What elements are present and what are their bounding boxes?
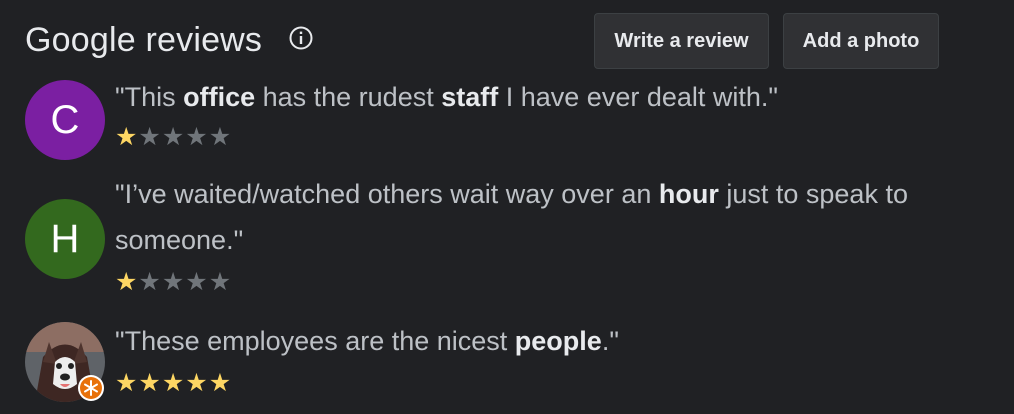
quote-text: ." [601, 326, 619, 356]
star-empty-icon: ★ [185, 268, 209, 296]
quote-keyword: hour [658, 179, 719, 209]
star-empty-icon: ★ [161, 123, 186, 151]
quote-text: "These employees are the nicest [115, 326, 515, 356]
review-quote: "These employees are the nicest people." [115, 318, 955, 364]
review-quote: "I’ve waited/watched others wait way ove… [115, 171, 955, 263]
star-rating: ★★★★★ [115, 269, 232, 295]
dog-photo-avatar[interactable] [25, 322, 107, 404]
info-icon[interactable] [288, 25, 314, 51]
quote-text: has the rudest [255, 82, 442, 112]
avatar[interactable]: H [25, 199, 105, 279]
avatar[interactable]: C [25, 80, 105, 160]
google-reviews-panel: Google reviews Write a review Add a phot… [0, 0, 1014, 414]
star-filled-icon: ★ [115, 369, 139, 397]
section-title: Google reviews [25, 21, 263, 59]
quote-text: "I’ve waited/watched others wait way ove… [115, 179, 659, 209]
star-filled-icon: ★ [161, 369, 186, 397]
star-filled-icon: ★ [138, 369, 162, 397]
quote-text: "This [115, 82, 184, 112]
quote-keyword: office [183, 82, 256, 112]
star-filled-icon: ★ [185, 369, 209, 397]
add-photo-button[interactable]: Add a photo [783, 13, 939, 69]
star-filled-icon: ★ [115, 268, 139, 296]
star-empty-icon: ★ [138, 123, 162, 151]
star-empty-icon: ★ [161, 268, 186, 296]
star-empty-icon: ★ [138, 268, 162, 296]
star-rating: ★★★★★ [115, 124, 232, 150]
quote-text: I have ever dealt with." [498, 82, 778, 112]
star-empty-icon: ★ [208, 123, 233, 151]
quote-keyword: staff [441, 82, 499, 112]
star-empty-icon: ★ [208, 268, 233, 296]
star-filled-icon: ★ [208, 369, 233, 397]
write-review-button[interactable]: Write a review [594, 13, 769, 69]
star-empty-icon: ★ [185, 123, 209, 151]
review-quote: "This office has the rudest staff I have… [115, 74, 955, 120]
star-filled-icon: ★ [115, 123, 139, 151]
star-rating: ★★★★★ [115, 370, 232, 396]
quote-keyword: people [514, 326, 602, 356]
